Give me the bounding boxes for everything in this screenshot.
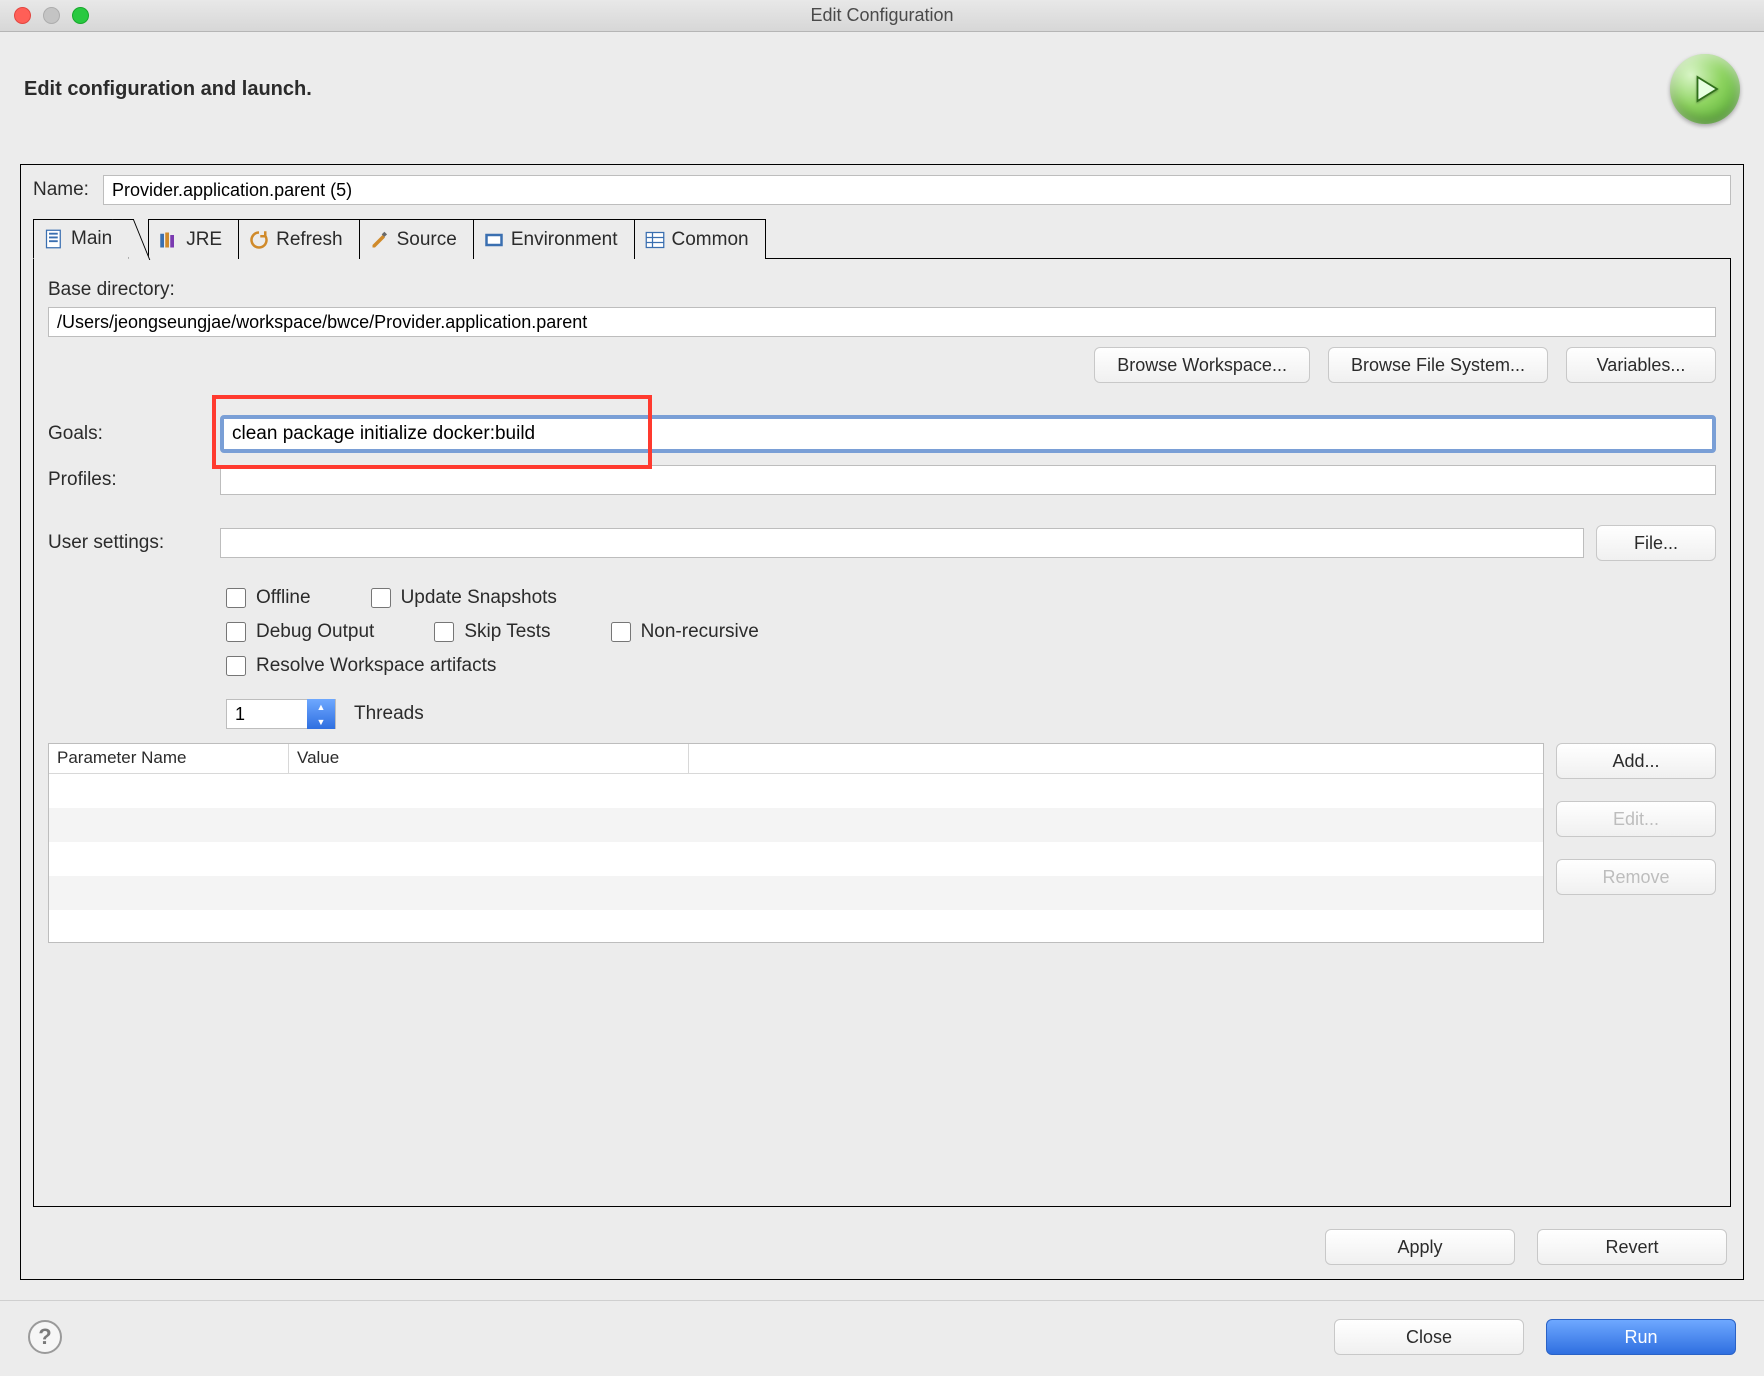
add-param-button[interactable]: Add... bbox=[1556, 743, 1716, 779]
tabstrip: Main JRE Refresh Source Environment bbox=[33, 219, 1731, 259]
dialog-window: Edit Configuration Edit configuration an… bbox=[0, 0, 1764, 1373]
threads-input[interactable] bbox=[227, 704, 307, 725]
base-dir-label: Base directory: bbox=[48, 279, 175, 301]
variables-button[interactable]: Variables... bbox=[1566, 347, 1716, 383]
tab-refresh[interactable]: Refresh bbox=[238, 219, 360, 259]
page-title: Edit configuration and launch. bbox=[24, 78, 312, 101]
refresh-icon bbox=[249, 231, 269, 249]
window-title: Edit Configuration bbox=[0, 5, 1764, 26]
help-icon[interactable]: ? bbox=[28, 1320, 62, 1354]
table-row bbox=[49, 774, 1543, 808]
page-icon bbox=[44, 230, 64, 248]
debug-output-checkbox[interactable]: Debug Output bbox=[226, 621, 374, 643]
tab-jre[interactable]: JRE bbox=[148, 219, 239, 259]
browse-filesystem-button[interactable]: Browse File System... bbox=[1328, 347, 1548, 383]
tab-environment-label: Environment bbox=[511, 229, 618, 251]
table-row bbox=[49, 842, 1543, 876]
tab-main-body: Base directory: Browse Workspace... Brow… bbox=[33, 258, 1731, 1207]
tab-main-label: Main bbox=[71, 228, 112, 250]
remove-param-button: Remove bbox=[1556, 859, 1716, 895]
non-recursive-checkbox[interactable]: Non-recursive bbox=[611, 621, 759, 643]
update-snapshots-label: Update Snapshots bbox=[401, 587, 557, 609]
col-spacer bbox=[689, 744, 1543, 773]
pencil-icon bbox=[370, 231, 390, 249]
goals-label: Goals: bbox=[48, 423, 208, 445]
run-badge-icon bbox=[1670, 54, 1740, 124]
profiles-label: Profiles: bbox=[48, 469, 208, 491]
col-parameter-name[interactable]: Parameter Name bbox=[49, 744, 289, 773]
base-dir-input[interactable] bbox=[48, 307, 1716, 337]
offline-label: Offline bbox=[256, 587, 311, 609]
table-row bbox=[49, 876, 1543, 910]
revert-button[interactable]: Revert bbox=[1537, 1229, 1727, 1265]
file-button[interactable]: File... bbox=[1596, 525, 1716, 561]
tab-environment[interactable]: Environment bbox=[473, 219, 635, 259]
resolve-workspace-checkbox[interactable]: Resolve Workspace artifacts bbox=[226, 655, 496, 677]
browse-workspace-button[interactable]: Browse Workspace... bbox=[1094, 347, 1310, 383]
goals-input[interactable] bbox=[220, 415, 1716, 453]
parameters-table[interactable]: Parameter Name Value bbox=[48, 743, 1544, 943]
tab-common-label: Common bbox=[672, 229, 749, 251]
dialog-header: Edit configuration and launch. bbox=[20, 50, 1744, 164]
tab-main[interactable]: Main bbox=[33, 219, 129, 259]
non-recursive-label: Non-recursive bbox=[641, 621, 759, 643]
user-settings-input[interactable] bbox=[220, 528, 1584, 558]
threads-stepper[interactable]: ▲ ▼ bbox=[226, 699, 336, 729]
tab-jre-label: JRE bbox=[186, 229, 222, 251]
close-button[interactable]: Close bbox=[1334, 1319, 1524, 1355]
books-icon bbox=[159, 231, 179, 249]
table-icon bbox=[645, 231, 665, 249]
stepper-buttons[interactable]: ▲ ▼ bbox=[307, 699, 335, 729]
chevron-up-icon[interactable]: ▲ bbox=[307, 699, 335, 714]
offline-checkbox[interactable]: Offline bbox=[226, 587, 311, 609]
edit-param-button: Edit... bbox=[1556, 801, 1716, 837]
col-value[interactable]: Value bbox=[289, 744, 689, 773]
table-row bbox=[49, 808, 1543, 842]
run-button[interactable]: Run bbox=[1546, 1319, 1736, 1355]
profiles-input[interactable] bbox=[220, 465, 1716, 495]
user-settings-label: User settings: bbox=[48, 532, 208, 554]
skip-tests-label: Skip Tests bbox=[464, 621, 550, 643]
config-panel: Name: Main JRE Refresh bbox=[20, 164, 1744, 1280]
name-label: Name: bbox=[33, 179, 89, 201]
tab-refresh-label: Refresh bbox=[276, 229, 343, 251]
skip-tests-checkbox[interactable]: Skip Tests bbox=[434, 621, 550, 643]
titlebar: Edit Configuration bbox=[0, 0, 1764, 32]
name-input[interactable] bbox=[103, 175, 1731, 205]
apply-button[interactable]: Apply bbox=[1325, 1229, 1515, 1265]
dialog-footer: ? Close Run bbox=[0, 1300, 1764, 1373]
chevron-down-icon[interactable]: ▼ bbox=[307, 714, 335, 729]
threads-label: Threads bbox=[354, 703, 424, 725]
update-snapshots-checkbox[interactable]: Update Snapshots bbox=[371, 587, 557, 609]
env-icon bbox=[484, 231, 504, 249]
debug-output-label: Debug Output bbox=[256, 621, 374, 643]
tab-common[interactable]: Common bbox=[634, 219, 766, 259]
table-row bbox=[49, 910, 1543, 943]
resolve-workspace-label: Resolve Workspace artifacts bbox=[256, 655, 496, 677]
tab-source[interactable]: Source bbox=[359, 219, 474, 259]
dialog-body: Edit configuration and launch. Name: Mai… bbox=[0, 32, 1764, 1300]
tab-source-label: Source bbox=[397, 229, 457, 251]
